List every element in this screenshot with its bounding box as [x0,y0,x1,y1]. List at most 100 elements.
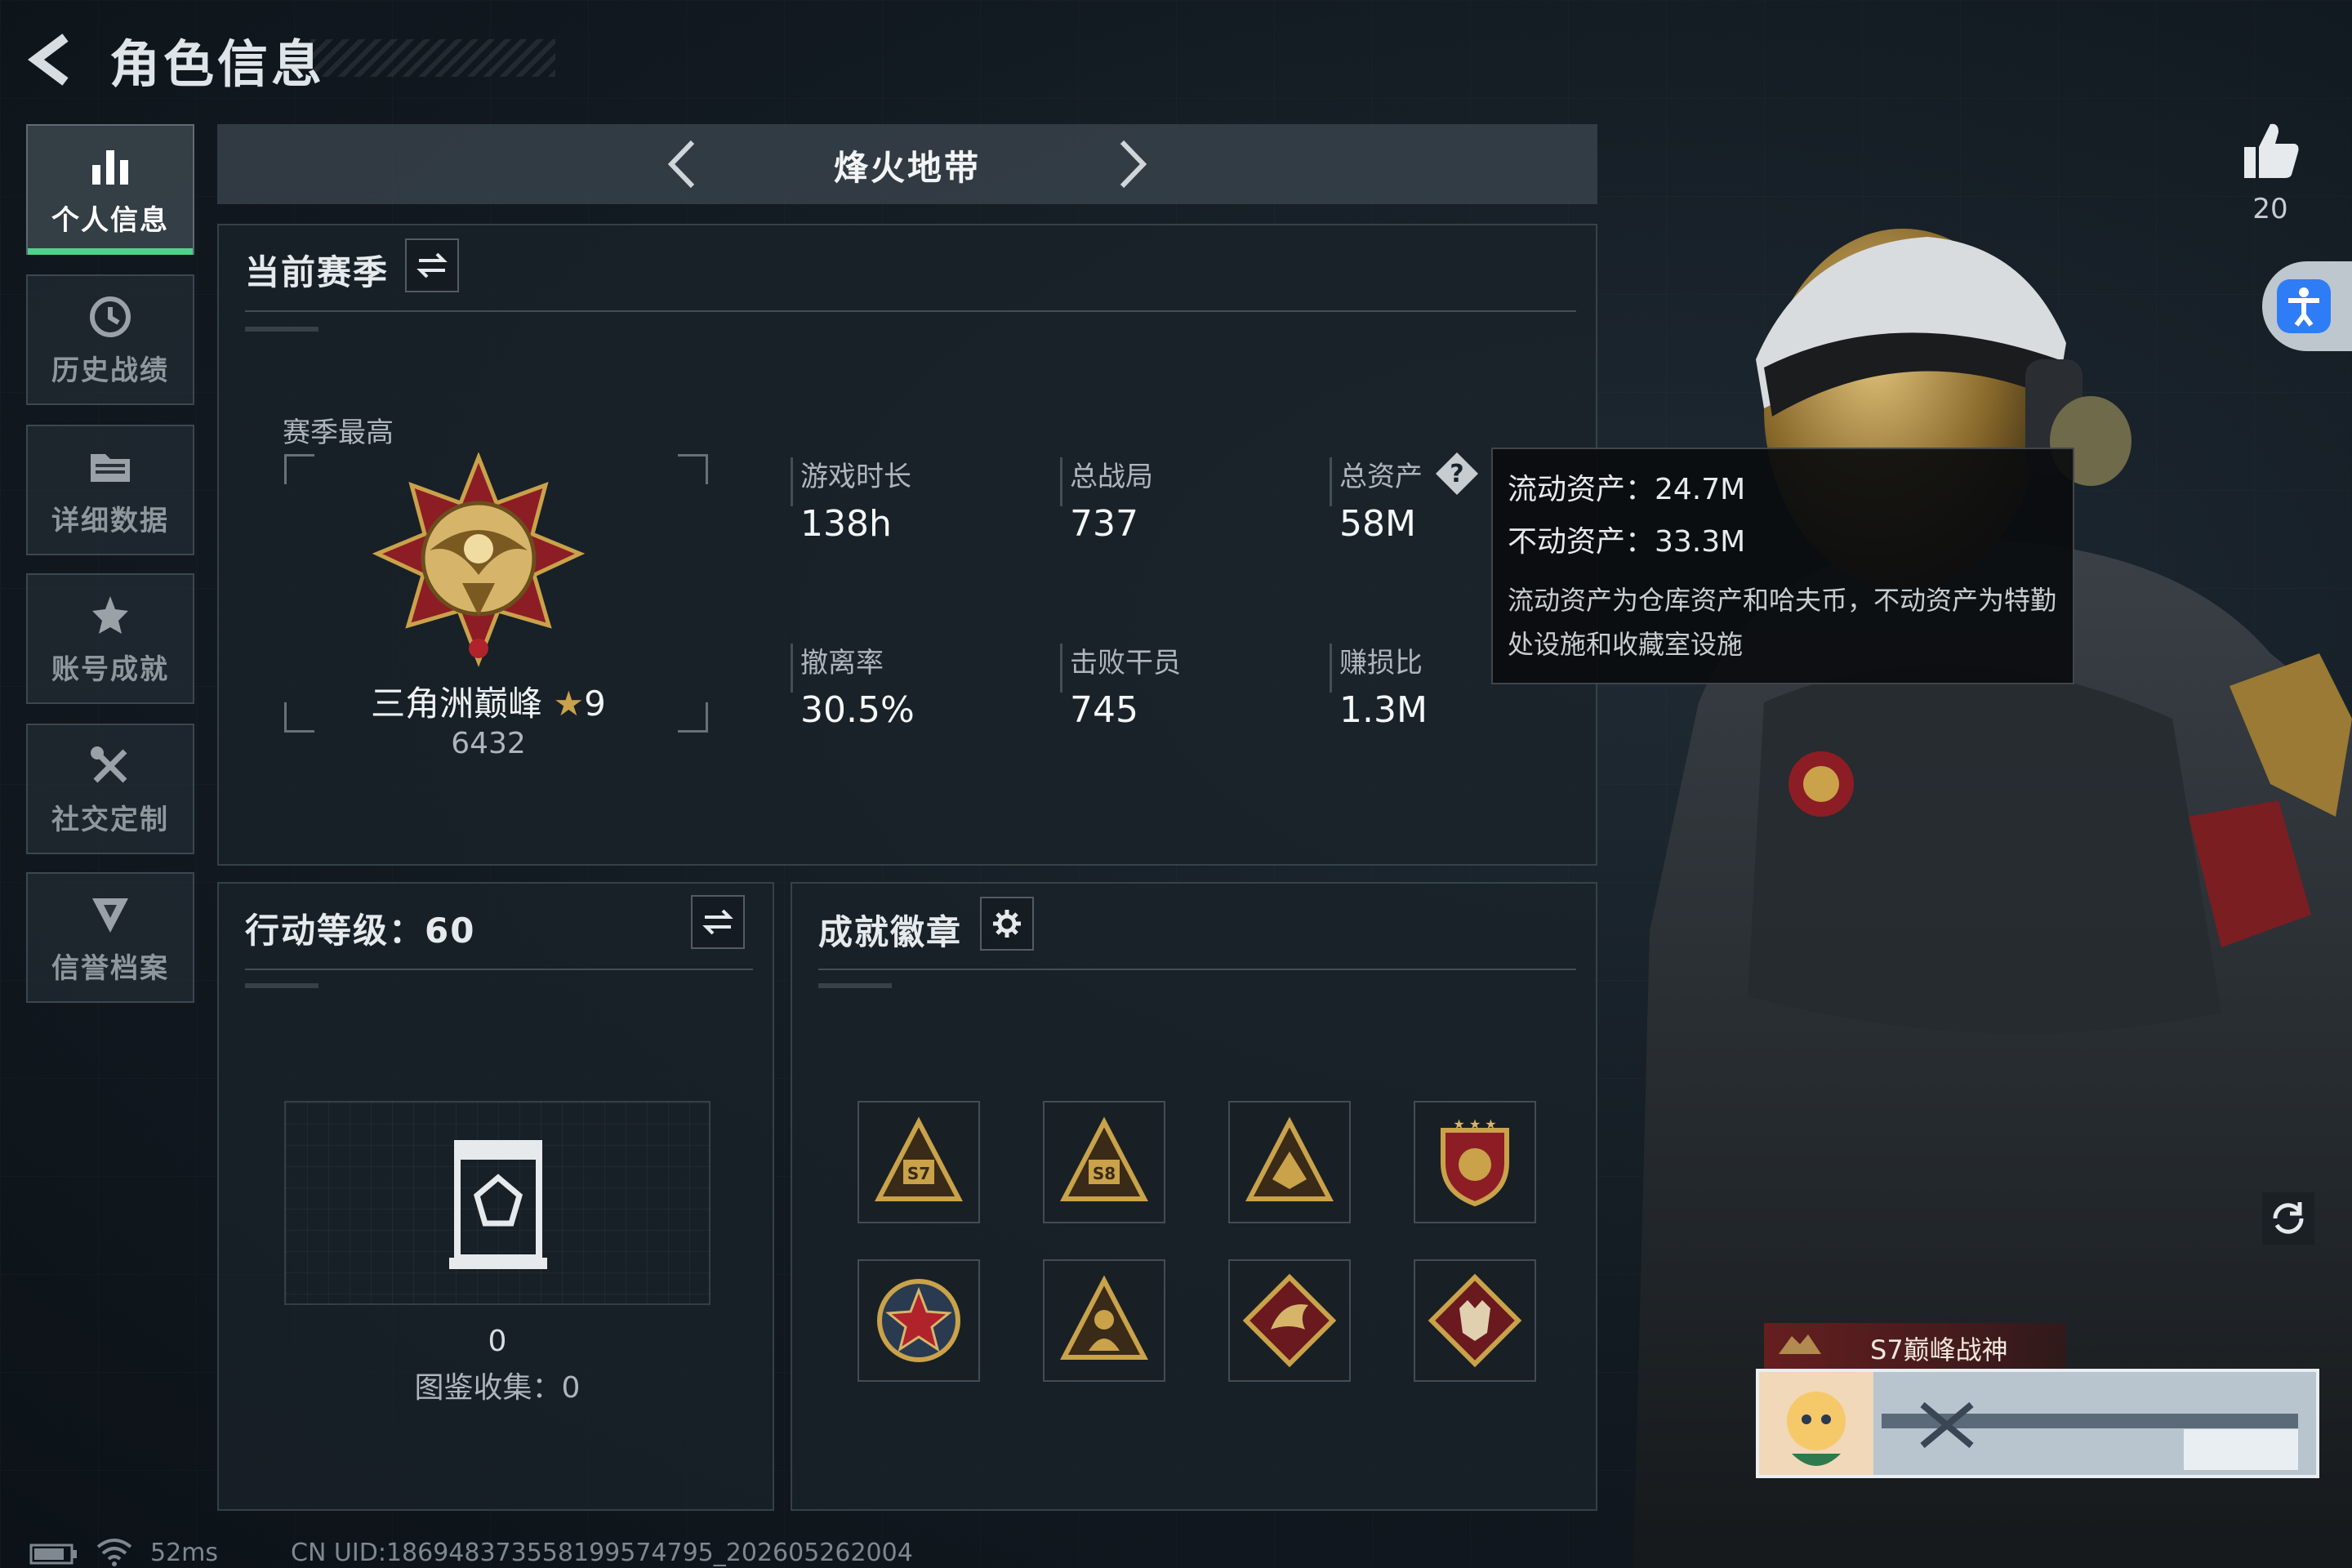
sidebar-item-label: 详细数据 [51,504,169,537]
name-card-artwork [1759,1372,2316,1475]
title-stripe-decoration [310,39,555,77]
badge-star-seal[interactable] [858,1259,980,1382]
section-divider [245,969,753,970]
frame-corner [284,702,314,733]
sidebar-item-label: 信誉档案 [51,951,169,985]
accessibility-tab[interactable] [2262,261,2352,351]
badge-s7[interactable]: S7 [858,1101,980,1223]
rank-name: 三角洲巅峰 [371,684,543,724]
badge-dragon-diamond[interactable] [1228,1259,1351,1382]
action-level-panel: 行动等级：60 0 图鉴收集：0 [217,882,774,1511]
battery-icon [29,1544,77,1565]
swap-icon [416,252,448,278]
stat-divider [791,644,793,693]
stat-label-profit-ratio: 赚损比 [1339,647,1423,679]
stat-divider [1330,644,1332,693]
name-card-banner[interactable] [1756,1369,2319,1478]
wifi-icon [96,1539,132,1566]
collection-count: 0 [488,1325,507,1358]
sidebar-item-history[interactable]: 历史战绩 [26,274,194,405]
help-question-icon[interactable]: ? [1434,451,1480,497]
gear-icon [993,910,1021,938]
action-level-title: 行动等级：60 [245,911,476,951]
stat-value-assets: 58M [1339,503,1416,545]
tooltip-liquid-assets: 流动资产：24.7M [1508,473,1746,506]
badge-wolf-diamond[interactable] [1414,1259,1536,1382]
stat-divider [1060,644,1062,693]
badge-s8[interactable]: S8 [1043,1101,1165,1223]
svg-text:★ ★ ★: ★ ★ ★ [1453,1116,1496,1132]
stat-value-profit-ratio: 1.3M [1339,689,1428,731]
sidebar-item-detailed-data[interactable]: 详细数据 [26,425,194,555]
season-title: 当前赛季 [245,252,390,292]
sidebar-item-label: 个人信息 [51,203,169,237]
action-level-switch-button[interactable] [691,895,745,949]
wrench-tools-icon [91,746,127,782]
badge-soldier-triangle[interactable] [1043,1259,1165,1382]
ping-latency: 52ms [150,1539,219,1567]
stat-label-kills: 击败干员 [1070,647,1181,679]
frame-corner [284,454,314,484]
thumbs-up-icon[interactable] [2238,118,2303,183]
star-seal-icon [877,1279,960,1362]
sidebar-item-label: 历史战绩 [51,354,169,387]
stat-divider [1330,457,1332,506]
rank-star-icon: ★ [553,684,585,724]
sidebar-item-credit[interactable]: 信誉档案 [26,872,194,1003]
tooltip-fixed-assets: 不动资产：33.3M [1508,525,1746,559]
collection-display-frame[interactable] [284,1101,710,1305]
collection-label: 图鉴收集：0 [414,1371,581,1405]
decorative-dash [818,983,892,988]
sidebar-item-personal-info[interactable]: 个人信息 [26,124,194,255]
frame-corner [678,702,708,733]
rank-stars: 9 [584,684,606,724]
folder-data-icon [91,453,130,482]
stat-value-playtime: 138h [800,503,892,545]
stat-label-playtime: 游戏时长 [800,461,911,493]
stat-label-assets: 总资产 [1339,461,1423,493]
sidebar-item-label: 账号成就 [51,653,169,686]
decorative-dash [245,983,318,988]
title-badge-text: S7巅峰战神 [1870,1334,2008,1365]
rank-name-row: 三角洲巅峰 ★9 [317,676,660,726]
svg-text:?: ? [1450,460,1463,488]
stat-label-extract-rate: 撤离率 [800,647,884,679]
dragon-diamond-icon [1242,1273,1337,1368]
bar-chart-icon [92,149,128,185]
swap-icon [702,909,733,935]
svg-text:S8: S8 [1093,1164,1116,1183]
rotate-refresh-icon[interactable] [2261,1191,2316,1246]
uid-text: CN UID:18694837355819957479​5_2026052620… [291,1539,913,1567]
back-arrow-icon[interactable] [24,31,82,88]
rank-emblem-icon [372,452,585,667]
stat-divider [791,457,793,506]
asset-tooltip: 流动资产：24.7M 不动资产：33.3M 流动资产为仓库资产和哈夫币，不动资产… [1491,448,2074,684]
season-panel: 当前赛季 赛季最高 三角洲巅峰 ★9 6432 游戏时长 138h 总战局 73… [217,224,1597,866]
sidebar-item-label: 社交定制 [51,803,169,836]
sidebar-item-achievements[interactable]: 账号成就 [26,573,194,704]
section-divider [818,969,1576,970]
rank-score: 6432 [451,727,526,760]
display-case-icon [449,1140,547,1269]
season-switch-button[interactable] [405,238,459,292]
s7-triangle-icon: S7 [875,1116,963,1201]
accessibility-person-icon [2277,279,2331,333]
sidebar-item-social[interactable]: 社交定制 [26,724,194,854]
mode-selector-bar: 烽火地带 [217,124,1597,204]
history-clock-icon [90,296,131,337]
tooltip-description: 流动资产为仓库资产和哈夫币，不动资产为特勤处设施和收藏室设施 [1508,585,2057,660]
title-badge: S7巅峰战神 [1764,1323,2066,1369]
season-best-label: 赛季最高 [283,416,394,449]
shield-stars-icon: ★ ★ ★ [1441,1116,1509,1207]
achievements-settings-button[interactable] [980,897,1034,951]
chevron-right-icon[interactable] [1107,136,1156,193]
wolf-diamond-icon [1428,1273,1522,1368]
shield-credit-icon [92,898,128,933]
svg-text:S7: S7 [907,1164,930,1183]
wolf-emblem-icon [1779,1334,1821,1354]
badge-triangle-emblem[interactable] [1228,1101,1351,1223]
achievement-star-icon [92,595,128,634]
stat-value-extract-rate: 30.5% [800,689,915,731]
soldier-triangle-icon [1060,1275,1148,1360]
badge-shield-stars[interactable]: ★ ★ ★ [1414,1101,1536,1223]
